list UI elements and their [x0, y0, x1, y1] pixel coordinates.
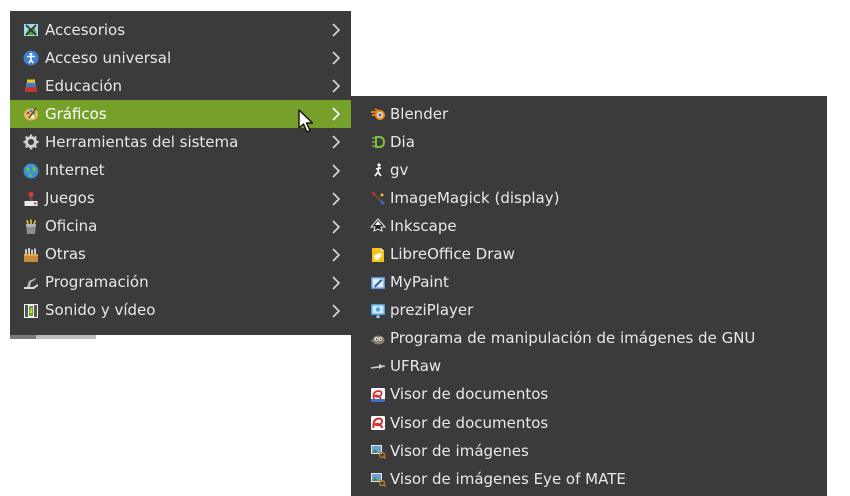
chevron-right-icon — [331, 163, 341, 179]
libreoffice-draw-icon — [369, 246, 386, 263]
submenu-item-dia[interactable]: Dia — [351, 128, 827, 156]
prezi-icon — [369, 302, 386, 319]
chevron-right-icon — [331, 106, 341, 122]
menu-item-label: Programación — [45, 273, 149, 292]
submenu-item-gimp[interactable]: Programa de manipulación de imágenes de … — [351, 325, 827, 353]
menu-item-sonido-y-video[interactable]: Sonido y vídeo — [10, 297, 351, 325]
menu-item-label: Oficina — [45, 217, 98, 236]
system-tools-icon — [22, 134, 39, 151]
menu-item-juegos[interactable]: Juegos — [10, 185, 351, 213]
accessibility-icon — [22, 50, 39, 67]
submenu-item-eye-of-mate[interactable]: Visor de imágenes Eye of MATE — [351, 465, 827, 493]
education-icon — [22, 78, 39, 95]
background-fragment-dark — [10, 335, 36, 339]
submenu-item-label: Blender — [390, 104, 449, 123]
accessories-icon — [22, 22, 39, 39]
submenu-item-label: LibreOffice Draw — [390, 245, 515, 264]
menu-item-label: Accesorios — [45, 20, 126, 39]
submenu-item-ufraw[interactable]: UFRaw — [351, 353, 827, 381]
menu-item-oficina[interactable]: Oficina — [10, 213, 351, 241]
submenu-item-label: gv — [390, 160, 409, 179]
menu-item-label: Sonido y vídeo — [45, 301, 156, 320]
submenu-item-label: Visor de imágenes Eye of MATE — [390, 469, 626, 488]
submenu-item-label: ImageMagick (display) — [390, 188, 560, 207]
submenu-item-imagemagick[interactable]: ImageMagick (display) — [351, 184, 827, 212]
submenu-item-mypaint[interactable]: MyPaint — [351, 269, 827, 297]
submenu-item-blender[interactable]: Blender — [351, 100, 827, 128]
games-joystick-icon — [22, 190, 39, 207]
document-viewer-icon — [369, 386, 386, 403]
submenu-item-label: Visor de documentos — [390, 385, 549, 404]
submenu-item-label: UFRaw — [390, 357, 442, 376]
mypaint-icon — [369, 274, 386, 291]
menu-item-label: Educación — [45, 76, 123, 95]
graphics-icon — [22, 106, 39, 123]
internet-globe-icon — [22, 162, 39, 179]
submenu-item-label: preziPlayer — [390, 301, 474, 320]
submenu-item-label: Inkscape — [390, 216, 457, 235]
mouse-pointer-icon — [298, 109, 316, 135]
menu-item-acceso-universal[interactable]: Acceso universal — [10, 44, 351, 72]
other-icon — [22, 246, 39, 263]
applications-menu: Accesorios Acceso universal Educación Gr… — [10, 11, 351, 335]
chevron-right-icon — [331, 22, 341, 38]
chevron-right-icon — [331, 50, 341, 66]
imagemagick-icon — [369, 190, 386, 207]
image-viewer-icon — [369, 443, 386, 460]
chevron-right-icon — [331, 247, 341, 263]
blender-icon — [369, 106, 386, 123]
submenu-item-label: Programa de manipulación de imágenes de … — [390, 329, 756, 348]
submenu-item-inkscape[interactable]: Inkscape — [351, 212, 827, 240]
pdf-viewer-icon — [369, 415, 386, 432]
menu-item-label: Juegos — [45, 189, 95, 208]
menu-item-internet[interactable]: Internet — [10, 156, 351, 184]
submenu-item-label: Dia — [390, 132, 415, 151]
chevron-right-icon — [331, 219, 341, 235]
chevron-right-icon — [331, 275, 341, 291]
submenu-item-preziplayer[interactable]: preziPlayer — [351, 297, 827, 325]
submenu-item-gv[interactable]: gv — [351, 156, 827, 184]
submenu-item-visor-de-documentos-1[interactable]: Visor de documentos — [351, 381, 827, 409]
menu-item-label: Otras — [45, 245, 86, 264]
menu-item-label: Herramientas del sistema — [45, 132, 239, 151]
desktop: Accesorios Acceso universal Educación Gr… — [0, 0, 850, 496]
chevron-right-icon — [331, 191, 341, 207]
multimedia-icon — [22, 302, 39, 319]
submenu-item-visor-de-imagenes[interactable]: Visor de imágenes — [351, 437, 827, 465]
gv-icon — [369, 162, 386, 179]
dia-icon — [369, 134, 386, 151]
chevron-right-icon — [331, 303, 341, 319]
menu-item-educacion[interactable]: Educación — [10, 72, 351, 100]
chevron-right-icon — [331, 134, 341, 150]
eye-of-mate-icon — [369, 471, 386, 488]
submenu-item-label: MyPaint — [390, 273, 449, 292]
ufraw-icon — [369, 358, 386, 375]
menu-item-programacion[interactable]: Programación — [10, 269, 351, 297]
submenu-item-label: Visor de documentos — [390, 413, 549, 432]
office-icon — [22, 218, 39, 235]
submenu-item-libreoffice-draw[interactable]: LibreOffice Draw — [351, 240, 827, 268]
programming-icon — [22, 274, 39, 291]
submenu-item-label: Visor de imágenes — [390, 441, 529, 460]
gimp-icon — [369, 330, 386, 347]
graficos-submenu: Blender Dia gv ImageMagick (display) Ink — [351, 96, 827, 496]
menu-item-otras[interactable]: Otras — [10, 241, 351, 269]
menu-item-accesorios[interactable]: Accesorios — [10, 16, 351, 44]
inkscape-icon — [369, 218, 386, 235]
menu-item-label: Internet — [45, 161, 105, 180]
submenu-item-visor-de-documentos-2[interactable]: Visor de documentos — [351, 409, 827, 437]
menu-item-label: Acceso universal — [45, 48, 172, 67]
chevron-right-icon — [331, 78, 341, 94]
